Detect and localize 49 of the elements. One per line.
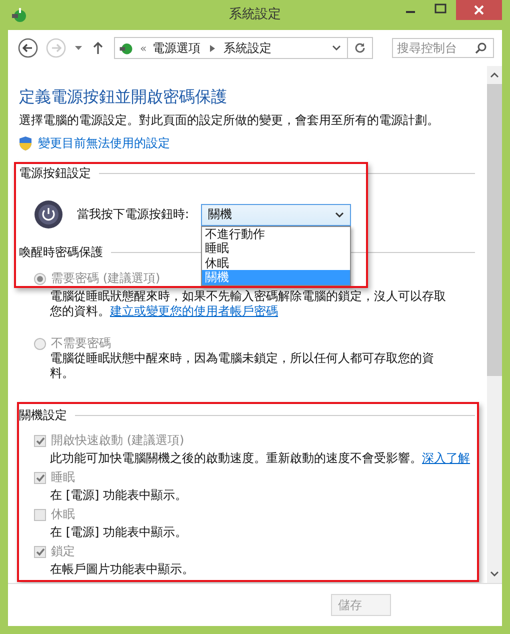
- close-icon: [474, 5, 484, 15]
- option-description: 電腦從睡眠狀態醒來時，如果不先輸入密碼解除電腦的鎖定，沒人可以存取您的資料。建立或變更您的使用者帳戶密碼: [50, 289, 447, 319]
- dropdown-option[interactable]: 睡眠: [202, 241, 350, 256]
- dropdown-option[interactable]: 休眠: [202, 256, 350, 270]
- shield-icon: [19, 136, 32, 150]
- scrollbar[interactable]: [487, 66, 502, 583]
- power-plug-icon: [10, 6, 28, 24]
- dropdown-option[interactable]: 不進行動作: [202, 226, 350, 241]
- search-icon: [475, 42, 487, 54]
- section-title: 電源按鈕設定: [19, 166, 91, 181]
- checkbox-label: 睡眠: [51, 470, 75, 485]
- checkmark-icon: [36, 474, 44, 482]
- search-field[interactable]: 搜尋控制台: [392, 38, 494, 58]
- checkmark-icon: [36, 548, 44, 556]
- page-description: 選擇電腦的電源設定。對此頁面的設定所做的變更，會套用至所有的電源計劃。: [19, 113, 440, 128]
- breadcrumb[interactable]: 系統設定: [224, 40, 272, 56]
- radio-label: 需要密碼 (建議選項): [51, 271, 160, 286]
- power-action-dropdown[interactable]: 關機: [201, 204, 352, 226]
- chevron-down-icon: [335, 212, 344, 218]
- option-description: 此功能可加快電腦關機之後的啟動速度。重新啟動的速度不會受影響。深入了解: [50, 451, 470, 466]
- section-title: 關機設定: [19, 408, 67, 423]
- power-button-icon: [34, 200, 63, 229]
- breadcrumb-separator: «: [140, 42, 147, 54]
- scroll-down-icon[interactable]: [490, 571, 499, 577]
- option-description: 在 [電源] 功能表中顯示。: [50, 488, 187, 503]
- checkbox-label: 休眠: [51, 507, 75, 522]
- section-title: 喚醒時密碼保護: [19, 245, 103, 260]
- scrollbar-thumb[interactable]: [487, 84, 502, 376]
- refresh-icon: [354, 42, 366, 54]
- change-settings-link[interactable]: 變更目前無法使用的設定: [38, 135, 170, 151]
- power-button-label: 當我按下電源按鈕時:: [77, 206, 190, 223]
- scroll-up-icon[interactable]: [490, 72, 499, 78]
- chevron-right-icon: [210, 44, 215, 52]
- radio-label: 不需要密碼: [51, 336, 111, 351]
- checkmark-icon: [36, 436, 44, 444]
- up-button[interactable]: [92, 41, 104, 55]
- page-heading: 定義電源按鈕並開啟密碼保護: [19, 87, 228, 107]
- checkbox-label: 開啟快速啟動 (建議選項): [51, 433, 184, 448]
- back-button[interactable]: [18, 38, 38, 58]
- history-dropdown-button[interactable]: [74, 45, 84, 51]
- checkbox-label: 鎖定: [51, 544, 75, 559]
- close-button[interactable]: [456, 0, 502, 20]
- chevron-down-icon[interactable]: [332, 45, 341, 51]
- option-description: 在 [電源] 功能表中顯示。: [50, 525, 187, 540]
- address-bar[interactable]: « 電源選項 系統設定: [114, 37, 373, 59]
- option-description: 在帳戶圖片功能表中顯示。: [50, 562, 194, 577]
- option-description: 電腦從睡眠狀態中醒來時，因為電腦未鎖定，所以任何人都可存取您的資料。: [50, 351, 435, 381]
- breadcrumb[interactable]: 電源選項: [152, 40, 201, 56]
- window-title: 系統設定: [229, 7, 281, 23]
